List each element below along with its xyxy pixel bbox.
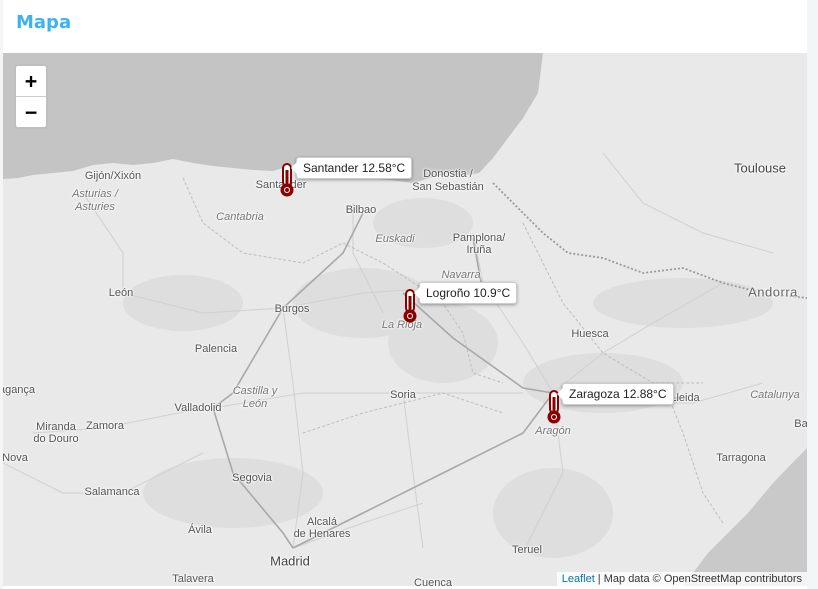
label-tarragona: Tarragona	[716, 452, 766, 464]
sea-bay-of-biscay	[3, 53, 543, 183]
label-valladolid: Valladolid	[174, 402, 222, 414]
attribution-text: Map data © OpenStreetMap contributors	[603, 573, 802, 585]
marker-tooltip-logrono: Logroño 10.9°C	[413, 282, 518, 304]
label-cantabria: Cantabria	[216, 211, 264, 223]
label-henares: de Henares	[293, 528, 351, 540]
label-huesca: Huesca	[571, 328, 609, 340]
sea-mediterranean	[683, 448, 807, 586]
label-castilla: Castilla y	[232, 385, 278, 397]
panel-title: Mapa	[16, 12, 72, 33]
label-toulouse: Toulouse	[733, 160, 787, 176]
label-asturias: Asturias /	[72, 188, 118, 200]
zoom-in-button[interactable]: +	[16, 66, 46, 96]
label-teruel: Teruel	[512, 544, 542, 556]
label-navarra: Navarra	[441, 269, 481, 281]
label-braganca: agança	[3, 384, 36, 396]
terrain-patches	[123, 198, 773, 558]
marker-tooltip-santander: Santander 12.58°C	[290, 157, 413, 179]
label-palencia: Palencia	[194, 343, 238, 355]
label-avila: Ávila	[188, 524, 212, 536]
label-alcala: Alcalá	[307, 516, 337, 528]
label-gijon: Gijón/Xixón	[84, 170, 142, 182]
label-douro: do Douro	[33, 433, 79, 445]
zoom-control: + −	[14, 64, 48, 129]
label-talavera: Talavera	[172, 573, 214, 585]
label-cuenca: Cuenca	[414, 577, 452, 586]
label-aragon: Aragón	[535, 425, 571, 437]
label-salamanca: Salamanca	[84, 486, 140, 498]
label-miranda: Miranda	[36, 421, 76, 433]
label-iruna: Iruña	[466, 244, 492, 256]
label-san-sebastian: San Sebastián	[412, 181, 484, 193]
label-andorra: Andorra	[748, 284, 798, 300]
label-pamplona: Pamplona/	[452, 232, 506, 244]
label-asturies: Asturies	[75, 201, 115, 213]
label-castilla-leon: León	[242, 398, 268, 410]
map-panel: Mapa Gijón/Xixón Asturias / Asturies Can…	[3, 0, 807, 589]
map-canvas[interactable]: Gijón/Xixón Asturias / Asturies Cantabri…	[3, 53, 807, 586]
label-leon: León	[108, 287, 134, 299]
zoom-out-button[interactable]: −	[16, 96, 46, 127]
label-bilbao: Bilbao	[345, 204, 377, 216]
label-euskadi: Euskadi	[375, 233, 415, 245]
label-madrid: Madrid	[270, 553, 310, 569]
attribution-separator: |	[594, 573, 604, 585]
label-nova: Nova	[3, 452, 28, 464]
label-lleida: Lleida	[670, 392, 700, 404]
label-burgos: Burgos	[274, 303, 310, 315]
label-segovia: Segovia	[232, 472, 272, 484]
label-ba: Ba	[794, 418, 807, 430]
label-catalunya: Catalunya	[750, 389, 800, 401]
label-donostia: Donostia /	[423, 168, 473, 180]
label-zamora: Zamora	[86, 420, 124, 432]
map-attribution: Leaflet | Map data © OpenStreetMap contr…	[556, 572, 807, 586]
leaflet-link[interactable]: Leaflet	[562, 573, 595, 585]
marker-tooltip-zaragoza: Zaragoza 12.88°C	[557, 383, 674, 405]
label-soria: Soria	[390, 389, 416, 401]
